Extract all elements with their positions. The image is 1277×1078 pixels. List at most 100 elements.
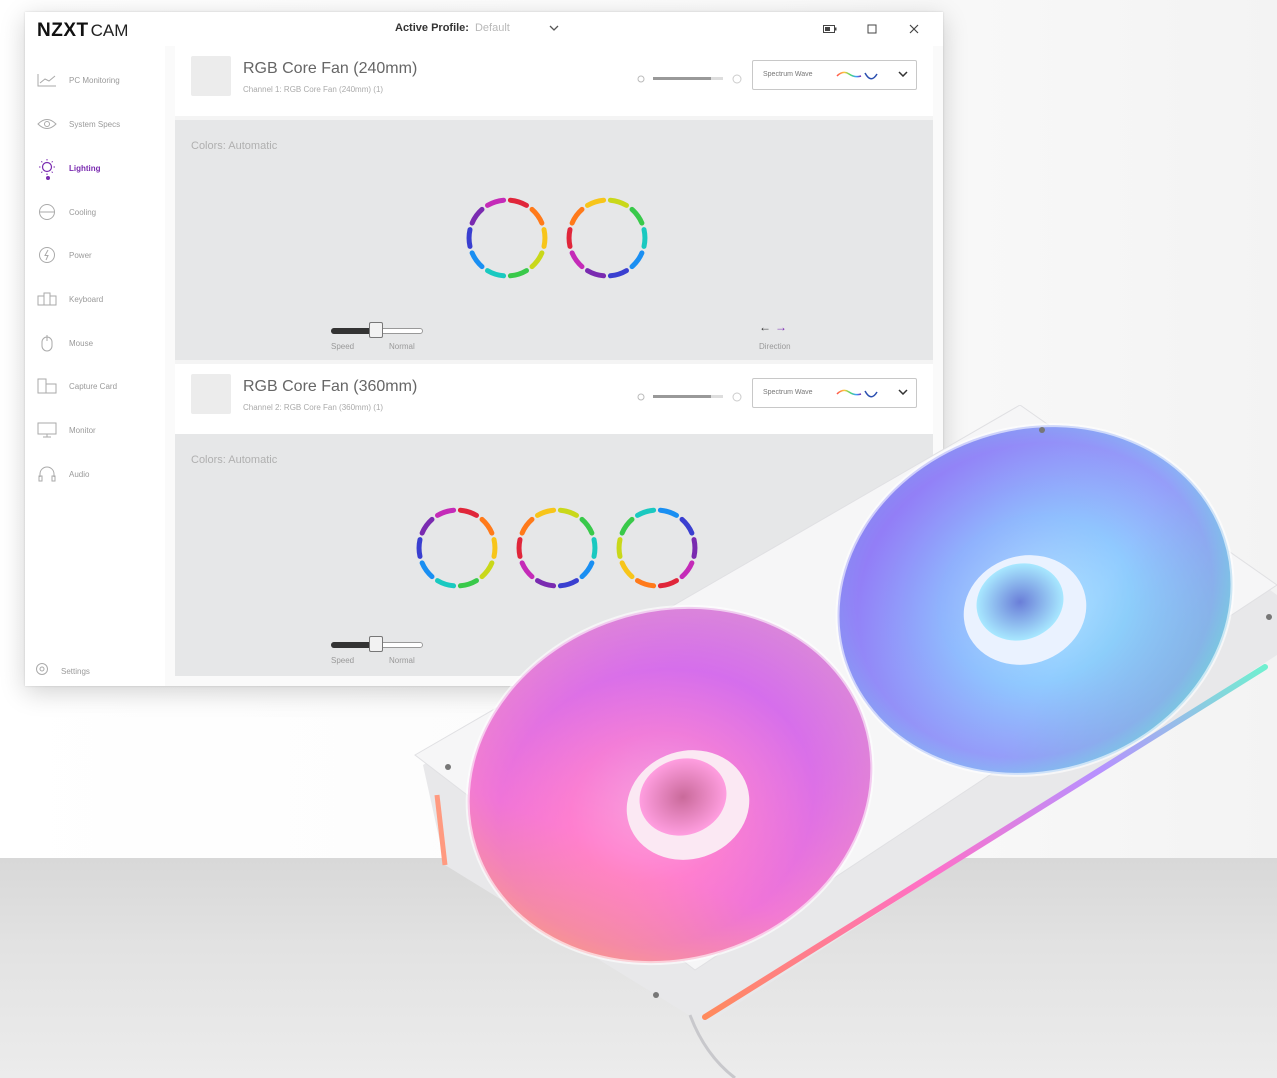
gear-icon (35, 662, 49, 681)
logo-product: CAM (90, 21, 129, 40)
sidebar-item-system-specs[interactable]: System Specs (35, 112, 160, 136)
window-controls (809, 20, 935, 38)
sidebar-item-capture-card[interactable]: Capture Card (35, 374, 160, 398)
sidebar-item-label: Mouse (69, 338, 94, 348)
chevron-down-icon (549, 23, 559, 34)
led-segment (485, 268, 507, 279)
keyboard-icon (35, 289, 59, 309)
battery-icon[interactable] (809, 20, 851, 38)
sidebar-item-label: System Specs (69, 119, 121, 129)
active-profile-label: Active Profile: (395, 22, 469, 34)
sidebar-item-label: Monitor (69, 425, 96, 435)
led-segment (569, 206, 585, 226)
close-button[interactable] (893, 20, 935, 38)
sidebar-item-pc-monitoring[interactable]: PC Monitoring (35, 68, 160, 92)
device-thumbnail (191, 56, 231, 96)
sidebar-item-label: PC Monitoring (69, 75, 120, 85)
device-thumbnail (191, 374, 231, 414)
mouse-icon (35, 333, 59, 353)
led-segment (485, 197, 507, 208)
colors-label: Colors: Automatic (191, 140, 278, 152)
sidebar-item-label: Lighting (69, 163, 101, 173)
led-segment (541, 227, 548, 249)
led-segment (585, 268, 607, 279)
led-segment (569, 250, 585, 270)
headset-icon (35, 464, 59, 484)
led-segment (566, 227, 573, 249)
sidebar-item-label: Capture Card (69, 381, 118, 391)
monitor-icon (35, 420, 59, 440)
bulb-icon (35, 158, 59, 178)
spectrum-wave-icon (835, 68, 885, 89)
led-segment (585, 197, 607, 208)
led-segment (507, 268, 529, 279)
device-header-240: RGB Core Fan (240mm) Channel 1: RGB Core… (175, 46, 933, 116)
arrow-left-icon[interactable]: ← (759, 320, 775, 334)
spectrum-wave-icon (835, 386, 885, 407)
led-segment (641, 227, 648, 249)
colors-label: Colors: Automatic (191, 454, 278, 466)
sidebar-item-label: Audio (69, 469, 90, 479)
sidebar-item-settings[interactable]: Settings (35, 662, 90, 680)
sidebar-item-label: Keyboard (69, 294, 104, 304)
logo-brand: NZXT (37, 20, 89, 41)
effect-label: Spectrum Wave (763, 389, 813, 396)
active-profile-value: Default (474, 22, 510, 34)
led-segment (469, 206, 485, 226)
speed-thumb[interactable] (369, 636, 383, 652)
speed-value: Normal (389, 342, 415, 351)
effect-dropdown[interactable]: Spectrum Wave (752, 378, 917, 408)
fan-icon (35, 202, 59, 222)
device-title: RGB Core Fan (240mm) (243, 60, 418, 77)
speed-thumb[interactable] (369, 322, 383, 338)
direction-arrows: ←→ (759, 320, 791, 334)
led-segment (607, 197, 629, 208)
app-logo: NZXT CAM (37, 20, 129, 41)
sidebar-item-label: Power (69, 250, 92, 260)
sidebar-item-cooling[interactable]: Cooling (35, 200, 160, 224)
chevron-down-icon (898, 68, 908, 80)
settings-label: Settings (61, 666, 90, 676)
led-segment (529, 250, 545, 270)
arrow-right-icon[interactable]: → (775, 320, 791, 334)
eye-icon (35, 114, 59, 134)
led-segment (507, 197, 529, 208)
sidebar-item-power[interactable]: Power (35, 243, 160, 267)
led-segment (529, 206, 545, 226)
speed-label: Speed (331, 656, 355, 665)
capture-card-icon (35, 376, 59, 396)
fan-product-image (414, 405, 1277, 1078)
direction-control[interactable]: ←→ Direction (753, 316, 813, 356)
effect-dropdown[interactable]: Spectrum Wave (752, 60, 917, 90)
lighting-panel-240: Colors: Automatic Speed Normal ←→ Direct… (175, 120, 933, 360)
sidebar-item-monitor[interactable]: Monitor (35, 418, 160, 442)
chevron-down-icon (898, 386, 908, 398)
fan-ring-preview (466, 197, 648, 279)
effect-label: Spectrum Wave (763, 71, 813, 78)
speed-slider[interactable]: Speed Normal (325, 316, 435, 356)
direction-label: Direction (759, 342, 791, 351)
sidebar-item-audio[interactable]: Audio (35, 462, 160, 486)
sidebar-item-lighting[interactable]: Lighting (35, 156, 160, 180)
maximize-button[interactable] (851, 20, 893, 38)
led-segment (466, 227, 473, 249)
device-channel: Channel 1: RGB Core Fan (240mm) (1) (243, 85, 384, 94)
device-channel: Channel 2: RGB Core Fan (360mm) (1) (243, 403, 384, 412)
led-segment (607, 268, 629, 279)
power-plug-icon (35, 245, 59, 265)
sidebar-item-keyboard[interactable]: Keyboard (35, 287, 160, 311)
sidebar-item-label: Cooling (69, 207, 97, 217)
led-segment (629, 206, 645, 226)
active-profile-dropdown[interactable]: Active Profile: Default (395, 22, 559, 34)
sidebar: PC Monitoring System Specs Lighting Cool… (25, 46, 165, 686)
line-chart-icon (35, 70, 59, 90)
brightness-slider[interactable] (635, 72, 745, 86)
sidebar-item-mouse[interactable]: Mouse (35, 331, 160, 355)
device-title: RGB Core Fan (360mm) (243, 378, 418, 395)
titlebar: NZXT CAM Active Profile: Default (25, 12, 943, 46)
led-segment (629, 250, 645, 270)
brightness-slider[interactable] (635, 390, 745, 404)
active-indicator (46, 176, 50, 180)
led-segment (469, 250, 485, 270)
speed-label: Speed (331, 342, 355, 351)
